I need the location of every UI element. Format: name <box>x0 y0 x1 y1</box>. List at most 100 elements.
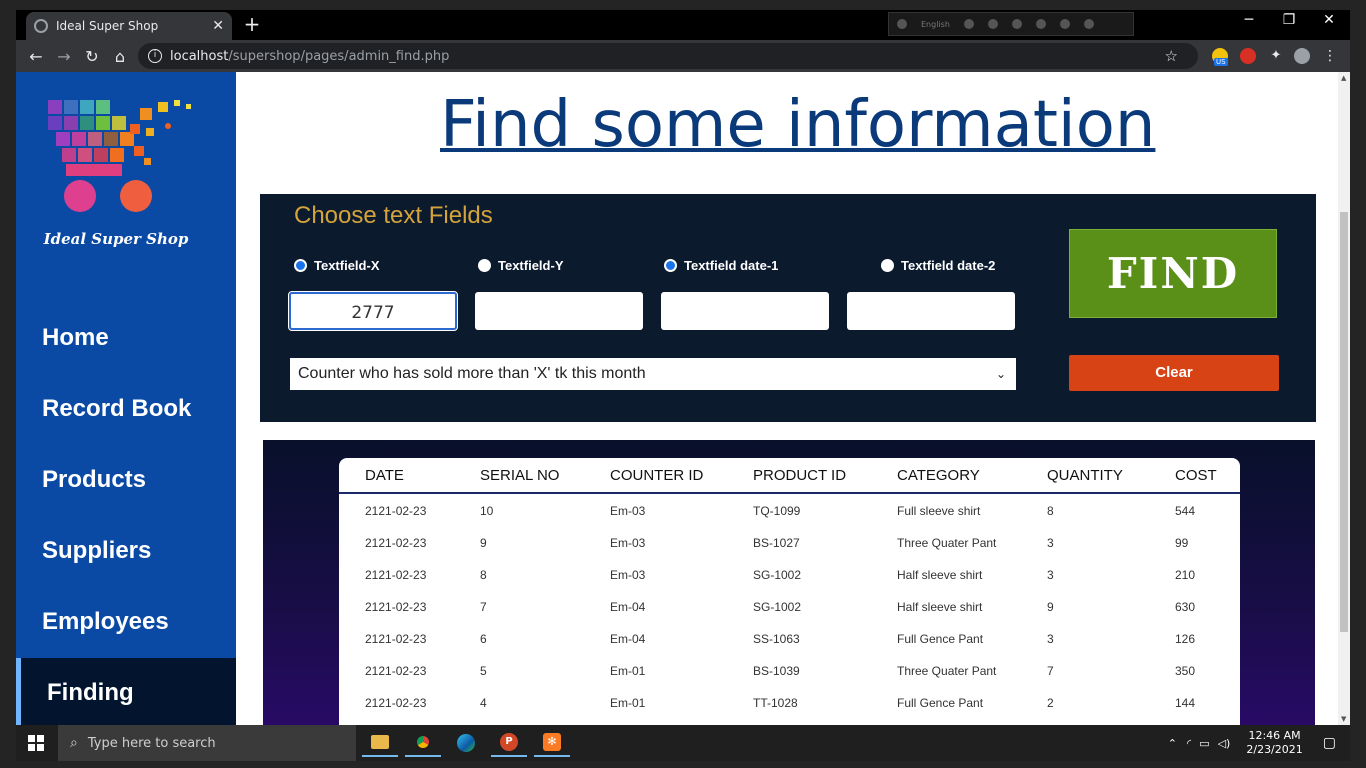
battery-icon[interactable]: ▭ <box>1199 737 1209 750</box>
vertical-scrollbar[interactable]: ▲ ▼ <box>1338 72 1350 725</box>
forward-icon[interactable]: → <box>50 47 78 66</box>
edge-icon[interactable] <box>448 729 484 757</box>
table-cell: Em-01 <box>610 696 646 710</box>
notification-icon[interactable]: ▢ <box>1323 735 1336 751</box>
nav-suppliers[interactable]: Suppliers <box>16 516 236 586</box>
extension-icon[interactable] <box>963 19 974 29</box>
address-bar[interactable]: i localhost/supershop/pages/admin_find.p… <box>138 43 1198 69</box>
query-select[interactable]: Counter who has sold more than 'X' tk th… <box>290 358 1016 390</box>
clock[interactable]: 12:46 AM 2/23/2021 <box>1246 729 1302 757</box>
clock-time: 12:46 AM <box>1248 729 1301 742</box>
table-cell: Three Quater Pant <box>897 664 997 678</box>
close-tab-icon[interactable]: ✕ <box>212 18 224 34</box>
chevron-down-icon: ⌄ <box>995 367 1006 381</box>
file-explorer-icon[interactable] <box>362 729 398 757</box>
shop-logo-icon <box>48 100 191 212</box>
maximize-button[interactable]: ❐ <box>1274 12 1304 28</box>
table-cell: BS-1039 <box>753 664 800 678</box>
table-cell: BS-1027 <box>753 536 800 550</box>
windows-start-icon[interactable] <box>16 725 56 761</box>
language-label[interactable]: English <box>921 20 950 29</box>
extension-icon[interactable] <box>897 19 907 29</box>
nav-employees[interactable]: Employees <box>16 587 236 657</box>
browser-tab[interactable]: Ideal Super Shop ✕ <box>26 12 232 40</box>
xampp-icon[interactable]: ✻ <box>534 729 570 757</box>
table-cell: Em-03 <box>610 536 646 550</box>
extension-icon[interactable] <box>1083 19 1094 29</box>
textfield-x-input[interactable]: 2777 <box>288 291 458 331</box>
extension-icon[interactable] <box>1059 19 1070 29</box>
system-tray: ⌃ ◜ ▭ ◁) 12:46 AM 2/23/2021 ▢ <box>1162 725 1350 761</box>
column-header[interactable]: PRODUCT ID <box>753 467 846 484</box>
puzzle-icon[interactable]: ✦ <box>1268 48 1284 64</box>
chevron-up-icon[interactable]: ⌃ <box>1168 737 1177 750</box>
table-header: DATE SERIAL NO COUNTER ID PRODUCT ID CAT… <box>339 458 1240 494</box>
scrollbar-thumb[interactable] <box>1340 212 1348 632</box>
extension-icon[interactable] <box>1240 48 1256 64</box>
column-header[interactable]: QUANTITY <box>1047 467 1123 484</box>
table-cell: Em-03 <box>610 568 646 582</box>
avatar[interactable] <box>1294 48 1310 64</box>
table-cell: 126 <box>1175 632 1196 646</box>
column-header[interactable]: DATE <box>365 467 404 484</box>
table-row: 2121-02-23 7 Em-04 SG-1002 Half sleeve shirt… <box>339 592 1240 624</box>
search-icon: ⌕ <box>70 735 78 751</box>
powerpoint-icon[interactable]: P <box>491 729 527 757</box>
find-button[interactable]: FIND <box>1069 229 1277 318</box>
nav-home[interactable]: Home <box>16 303 236 373</box>
table-cell: 210 <box>1175 568 1196 582</box>
column-header[interactable]: COUNTER ID <box>610 467 703 484</box>
table-cell: 5 <box>480 664 487 678</box>
network-icon[interactable]: ◜ <box>1187 737 1191 750</box>
chrome-icon[interactable] <box>405 729 441 757</box>
radio-checked-icon[interactable] <box>664 259 677 272</box>
extension-icon[interactable] <box>987 19 998 29</box>
table-cell: 2121-02-23 <box>365 568 427 582</box>
textfield-date-2-input[interactable] <box>847 292 1015 330</box>
textfield-y-input[interactable] <box>475 292 643 330</box>
taskbar: ⌕ Type here to search P ✻ ⌃ ◜ ▭ ◁) 12:46… <box>16 725 1350 761</box>
reload-icon[interactable]: ↻ <box>78 47 106 66</box>
new-tab-button[interactable]: + <box>240 12 264 36</box>
bookmark-star-icon[interactable]: ☆ <box>1165 47 1178 65</box>
extension-icon[interactable] <box>1035 19 1046 29</box>
nav-finding[interactable]: Finding <box>16 658 236 725</box>
radio-checked-icon[interactable] <box>294 259 307 272</box>
volume-icon[interactable]: ◁) <box>1218 737 1231 750</box>
radio-textfield-x[interactable]: Textfield-X <box>294 258 380 273</box>
clear-button[interactable]: Clear <box>1069 355 1279 391</box>
column-header[interactable]: COST <box>1175 467 1217 484</box>
home-icon[interactable]: ⌂ <box>106 47 134 66</box>
table-cell: 350 <box>1175 664 1196 678</box>
nav-products[interactable]: Products <box>16 445 236 515</box>
table-cell: Em-03 <box>610 504 646 518</box>
radio-unchecked-icon[interactable] <box>478 259 491 272</box>
info-icon[interactable]: i <box>148 49 162 63</box>
column-header[interactable]: CATEGORY <box>897 467 980 484</box>
table-cell: 3 <box>1047 536 1054 550</box>
close-window-button[interactable]: ✕ <box>1314 12 1344 28</box>
menu-kebab-icon[interactable]: ⋮ <box>1322 48 1338 64</box>
radio-textfield-date-2[interactable]: Textfield date-2 <box>881 258 995 273</box>
scroll-down-icon[interactable]: ▼ <box>1341 715 1346 723</box>
panel-title: Choose text Fields <box>294 202 493 229</box>
back-icon[interactable]: ← <box>22 47 50 66</box>
brand-name: Ideal Super Shop <box>43 230 189 248</box>
taskbar-search[interactable]: ⌕ Type here to search <box>58 725 356 761</box>
table-row: 2121-02-23 9 Em-03 BS-1027 Three Quater Pant… <box>339 528 1240 560</box>
extension-icon[interactable] <box>1011 19 1022 29</box>
radio-textfield-date-1[interactable]: Textfield date-1 <box>664 258 778 273</box>
table-cell: SG-1002 <box>753 600 802 614</box>
nav-record-book[interactable]: Record Book <box>16 374 236 444</box>
textfield-date-1-input[interactable] <box>661 292 829 330</box>
radio-unchecked-icon[interactable] <box>881 259 894 272</box>
page-title: Find some information <box>440 88 1156 162</box>
table-cell: 7 <box>480 600 487 614</box>
radio-textfield-y[interactable]: Textfield-Y <box>478 258 564 273</box>
table-cell: 630 <box>1175 600 1196 614</box>
table-cell: Em-01 <box>610 664 646 678</box>
table-cell: 8 <box>1047 504 1054 518</box>
minimize-button[interactable]: ─ <box>1234 12 1264 28</box>
scroll-up-icon[interactable]: ▲ <box>1341 74 1346 82</box>
column-header[interactable]: SERIAL NO <box>480 467 559 484</box>
